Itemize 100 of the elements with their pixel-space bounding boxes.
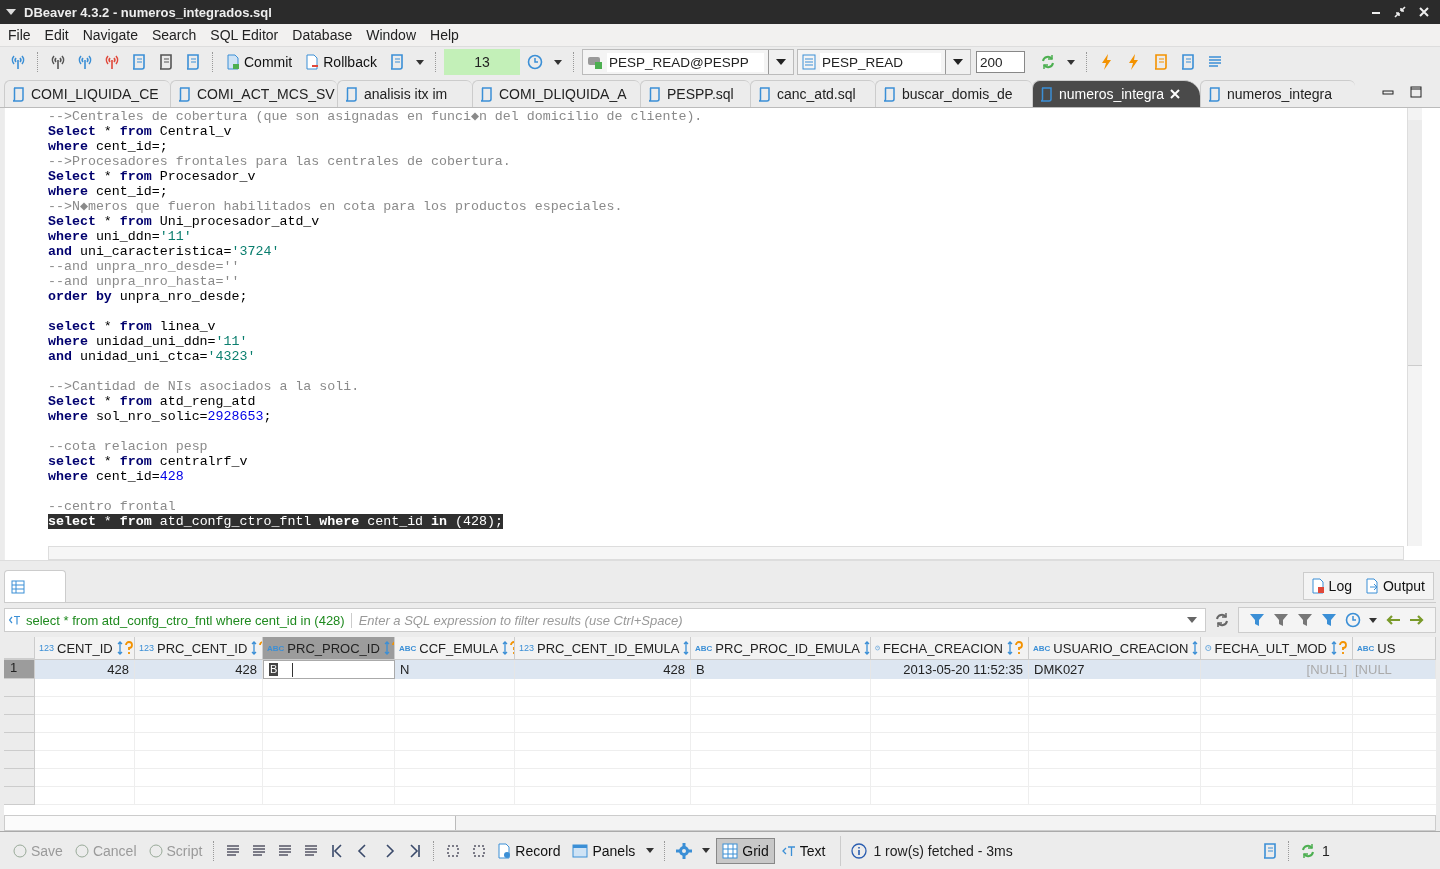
script-icon	[479, 86, 493, 102]
table-icon	[11, 579, 25, 594]
type-label: ABC	[399, 643, 417, 653]
column-header[interactable]: ABC USUARIO_CREACION	[1029, 637, 1201, 659]
view-toggle[interactable]: Grid	[716, 837, 775, 864]
sort-icon[interactable]	[1330, 641, 1348, 655]
type-label: ABC	[1357, 643, 1375, 653]
caret-icon	[952, 59, 963, 65]
editor-tab[interactable]: buscar_domis_de	[875, 80, 1032, 107]
row-count: 1	[1322, 842, 1331, 859]
caret-icon[interactable]	[1066, 59, 1075, 65]
code-line: --and unpra_nro_desde=''	[48, 259, 240, 274]
editor-tab[interactable]: COMI_ACT_MCS_SV	[170, 80, 337, 107]
menu-item[interactable]: Database	[292, 27, 353, 43]
caret-icon[interactable]	[553, 59, 562, 65]
code-line: --cota relacion pesp	[48, 439, 208, 454]
script-icon	[882, 86, 896, 102]
sort-icon[interactable]	[115, 641, 134, 655]
caret-icon[interactable]	[1369, 617, 1377, 623]
column-name: US	[1377, 640, 1396, 656]
type-label: 123	[519, 643, 535, 653]
editor-tab[interactable]: COMI_LIQUIDA_CE	[4, 80, 170, 107]
menu-item[interactable]: Window	[366, 27, 416, 43]
fetch-size-field[interactable]: 200	[975, 51, 1025, 73]
code-line: Select * from Uni_procesador_atd_v	[48, 214, 320, 229]
menu-item[interactable]: File	[8, 27, 31, 43]
column-name: PRC_CENT_ID_EMULA	[537, 640, 680, 656]
menu-item[interactable]: Help	[430, 27, 459, 43]
code-line: -->N◆meros que fueron habilitados en cota para los productos especiales.	[48, 199, 623, 214]
editor-tab[interactable]: analisis itx im	[337, 80, 472, 107]
column-header[interactable]: ABC PRC_PROC_ID_EMULA	[691, 637, 871, 659]
sort-icon[interactable]	[1006, 641, 1024, 655]
code-line: Select * from Central_v	[48, 124, 232, 139]
horizontal-scrollbar[interactable]	[4, 815, 1436, 831]
results-tab[interactable]	[4, 570, 66, 602]
commit-button[interactable]: Commit	[221, 52, 298, 72]
code-line: and uni_caracteristica='3724'	[48, 244, 280, 259]
column-name: PRC_CENT_ID	[157, 640, 248, 656]
output-button[interactable]: Output	[1360, 576, 1430, 596]
editor-tab[interactable]: COMI_DLIQUIDA_A	[472, 80, 640, 107]
column-header[interactable]: ABC PRC_PROC_ID	[263, 637, 395, 659]
type-label: 123	[39, 643, 55, 653]
connection-icon	[586, 54, 603, 70]
menu-item[interactable]: Edit	[44, 27, 69, 43]
vertical-scrollbar[interactable]	[1407, 108, 1422, 546]
column-header[interactable]: ABC US	[1353, 637, 1436, 659]
code-line: select * from linea_v	[48, 319, 216, 334]
editor-tab[interactable]: numeros_integra	[1032, 80, 1200, 107]
maximize-icon[interactable]	[1410, 86, 1422, 98]
cell-editor[interactable]: B	[263, 660, 395, 679]
table-cell: 2013-05-20 11:52:35	[871, 660, 1029, 679]
table-cell: 428	[515, 660, 691, 679]
menu-item[interactable]: Search	[151, 27, 197, 43]
column-header[interactable]: 123 CENT_ID	[35, 637, 135, 659]
schema-icon	[801, 54, 816, 70]
column-header[interactable]: FECHA_CREACION	[871, 637, 1029, 659]
connection-selector[interactable]: PESP_READ@PESPP	[581, 49, 794, 75]
type-label: ABC	[1033, 643, 1051, 653]
column-name: FECHA_ULT_MOD	[1214, 640, 1327, 656]
caret-icon[interactable]	[415, 59, 424, 65]
script-icon	[757, 86, 771, 102]
menu-item[interactable]: SQL Editor	[210, 27, 279, 43]
status-text: 1 row(s) fetched - 3ms	[873, 842, 1013, 859]
action-icon	[148, 843, 163, 858]
restore-icon[interactable]	[1394, 6, 1406, 18]
view-toggle[interactable]: Text	[776, 838, 831, 863]
column-name: USUARIO_CREACION	[1053, 640, 1189, 656]
document-icon	[305, 54, 320, 70]
editor-tab[interactable]: canc_atd.sql	[750, 80, 875, 107]
schema-selector[interactable]: PESP_READ	[796, 49, 971, 75]
editor-tab[interactable]: PESPP.sql	[640, 80, 750, 107]
column-header[interactable]: 123 PRC_CENT_ID_EMULA	[515, 637, 691, 659]
row-number[interactable]: 1	[4, 660, 35, 679]
dropdown-caret-icon[interactable]	[1187, 617, 1197, 623]
editor-tab[interactable]: numeros_integra	[1200, 80, 1355, 107]
panel-icon	[572, 843, 589, 858]
menu-item[interactable]: Navigate	[82, 27, 138, 43]
script-icon	[647, 86, 661, 102]
text-icon	[9, 615, 21, 625]
table-cell: DMK027	[1029, 660, 1201, 679]
window-menu-icon[interactable]	[6, 9, 16, 15]
column-header[interactable]: ABC CCF_EMULA	[395, 637, 515, 659]
log-button[interactable]: Log	[1306, 576, 1357, 596]
column-name: CENT_ID	[57, 640, 113, 656]
code-line: and unidad_uni_ctca='4323'	[48, 349, 256, 364]
rollback-button[interactable]: Rollback	[300, 52, 382, 72]
panels-button[interactable]: Panels	[567, 840, 641, 861]
caret-icon[interactable]	[702, 848, 711, 853]
table-cell: [NULL]	[1201, 660, 1353, 679]
sort-icon[interactable]	[501, 641, 514, 655]
column-header[interactable]: FECHA_ULT_MOD	[1201, 637, 1353, 659]
query-text: select * from atd_confg_ctro_fntl where cent_id in (428)	[26, 612, 352, 628]
record-button[interactable]: Record	[493, 840, 566, 861]
code-line: --and unpra_nro_hasta=''	[48, 274, 240, 289]
filter-input[interactable]: Enter a SQL expression to filter results (use Ctrl+Space)	[356, 611, 1187, 629]
close-icon[interactable]	[1418, 6, 1430, 18]
script-icon	[11, 86, 25, 102]
caret-icon[interactable]	[646, 848, 655, 853]
horizontal-scrollbar[interactable]	[48, 546, 1404, 560]
column-name: PRC_PROC_ID	[287, 640, 380, 656]
